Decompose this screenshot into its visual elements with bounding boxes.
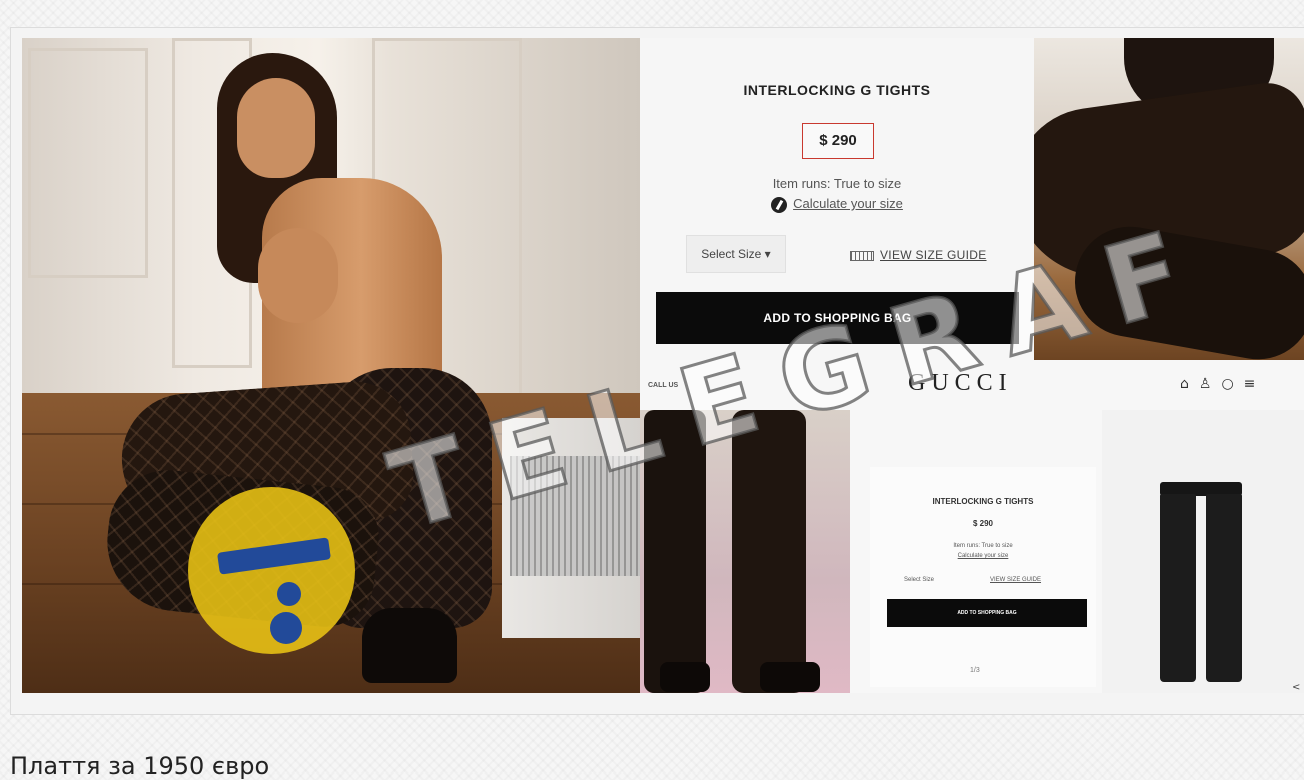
- tights-leg: [1160, 494, 1196, 682]
- wall-panel: [28, 48, 148, 278]
- item-runs-text: Item runs: True to size: [772, 176, 902, 191]
- menu-icon[interactable]: ≡: [1244, 376, 1266, 392]
- mini-size-guide[interactable]: VIEW SIZE GUIDE: [990, 577, 1041, 583]
- radiator-grate: [510, 456, 640, 576]
- chevron-down-icon: ▾: [764, 247, 771, 261]
- tights-product-photo: <: [1102, 410, 1304, 693]
- mini-calculate-link[interactable]: Calculate your size: [870, 553, 1096, 559]
- add-to-bag-button[interactable]: ADD TO SHOPPING BAG: [656, 292, 1019, 344]
- size-guide-label: VIEW SIZE GUIDE: [880, 248, 987, 262]
- measure-icon: [771, 196, 788, 213]
- model-arm: [258, 228, 338, 323]
- mini-select-size[interactable]: Select Size: [904, 577, 934, 583]
- model-photo: [22, 38, 640, 693]
- size-guide-link[interactable]: VIEW SIZE GUIDE: [850, 248, 987, 262]
- gg-tights-leg: [732, 410, 806, 693]
- gucci-logo[interactable]: GUCCI: [908, 370, 1013, 397]
- share-icon[interactable]: <: [1292, 682, 1300, 693]
- shoe: [760, 662, 820, 692]
- header-icons: ⌂♙○≡: [1180, 376, 1265, 392]
- shoe: [660, 662, 710, 692]
- collage-image: INTERLOCKING G TIGHTS $ 290 Item runs: T…: [22, 38, 1304, 693]
- bag-icon[interactable]: ⌂: [1180, 376, 1199, 392]
- mini-item-runs: Item runs: True to size: [953, 543, 1013, 549]
- tights-closeup-photo: [1034, 38, 1304, 360]
- ruler-icon: [850, 250, 874, 261]
- image-caption: Плаття за 1950 євро: [10, 752, 270, 780]
- gg-tights-leg: [644, 410, 706, 693]
- call-us-link[interactable]: CALL US: [648, 382, 678, 389]
- select-size-label: Select Size: [701, 247, 762, 261]
- gucci-product-page: CALL US GUCCI ⌂♙○≡ INTERLOCKING G TIGHTS…: [640, 360, 1304, 693]
- model-face: [237, 78, 315, 178]
- mini-add-to-bag-button[interactable]: ADD TO SHOPPING BAG: [887, 599, 1087, 627]
- product-card: INTERLOCKING G TIGHTS $ 290 Item runs: T…: [640, 38, 1034, 360]
- product-title: INTERLOCKING G TIGHTS: [743, 82, 931, 98]
- mini-product-title: INTERLOCKING G TIGHTS: [932, 497, 1034, 506]
- tights-leg: [1206, 494, 1242, 682]
- product-price: $ 290: [802, 123, 874, 159]
- calculate-size-label: Calculate your size: [793, 196, 903, 211]
- black-heel: [362, 608, 457, 683]
- select-size-dropdown[interactable]: Select Size ▾: [686, 235, 786, 273]
- mini-pager: 1/3: [970, 667, 980, 674]
- search-icon[interactable]: ○: [1221, 376, 1243, 392]
- mini-product-price: $ 290: [972, 519, 994, 528]
- account-icon[interactable]: ♙: [1199, 376, 1222, 392]
- mini-product-card: INTERLOCKING G TIGHTS $ 290 Item runs: T…: [870, 467, 1096, 687]
- calculate-size-link[interactable]: Calculate your size: [640, 196, 1034, 213]
- model-legs-photo: [640, 410, 850, 693]
